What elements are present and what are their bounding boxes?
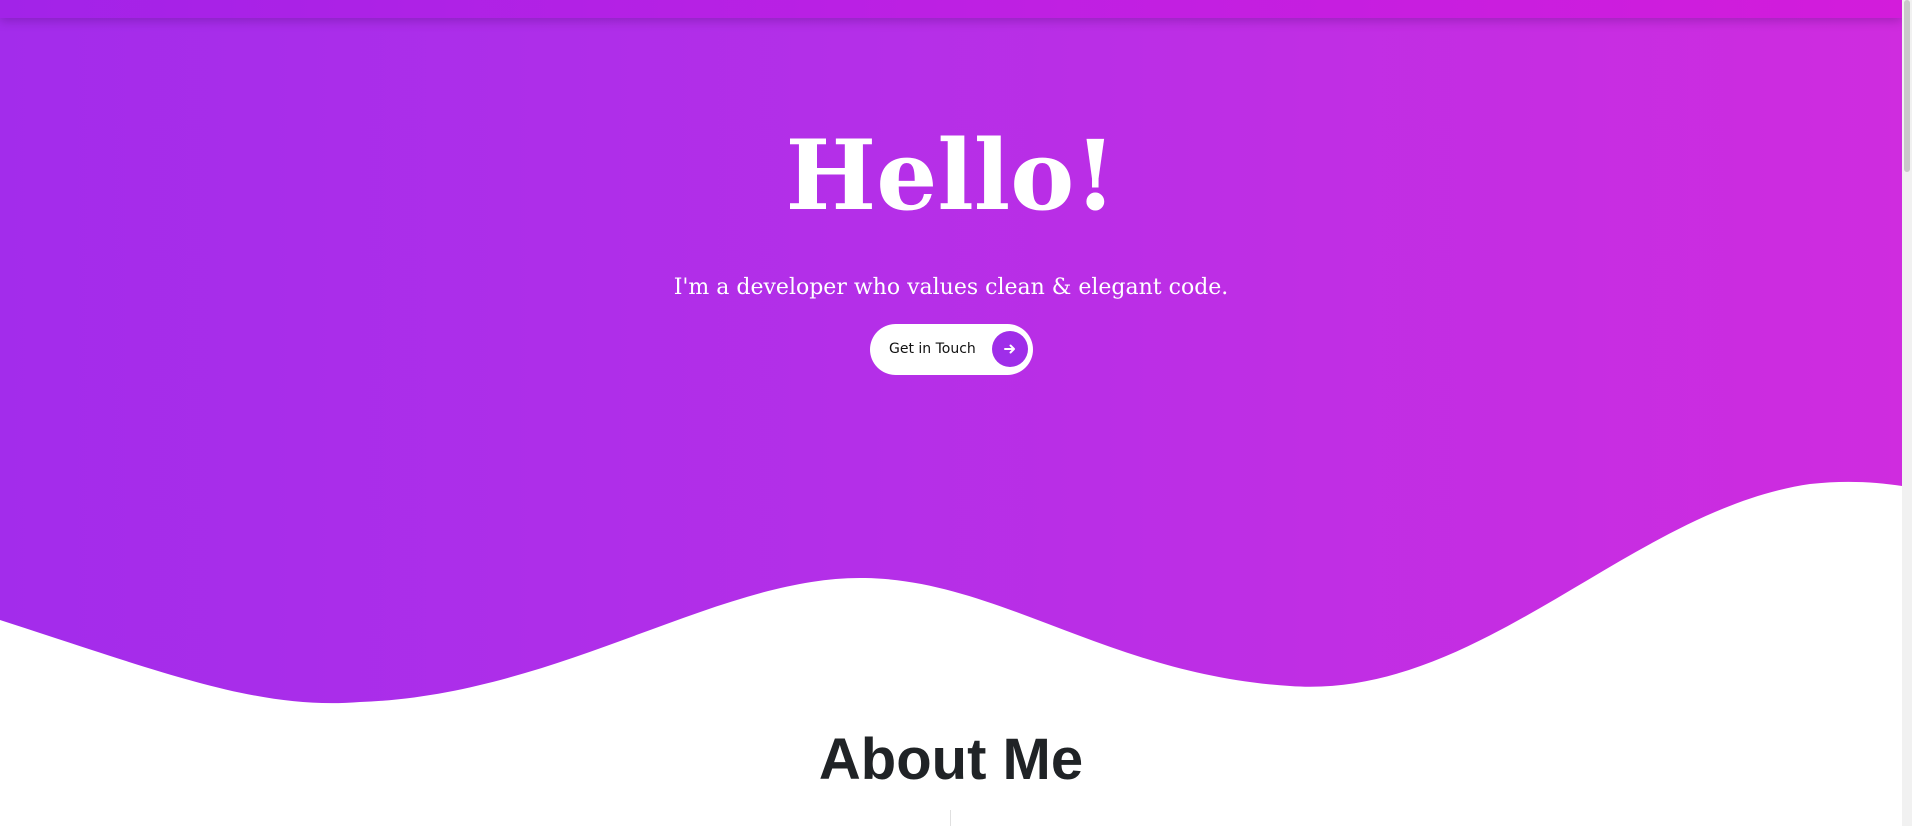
get-in-touch-button[interactable]: Get in Touch (870, 324, 1033, 375)
page-scrollbar[interactable] (1902, 0, 1912, 826)
arrow-right-icon (992, 331, 1028, 367)
hero-subtitle: I'm a developer who values clean & elega… (673, 275, 1229, 300)
get-in-touch-label: Get in Touch (889, 341, 976, 357)
hero-wave-divider (0, 481, 1902, 710)
about-content-divider (950, 810, 951, 826)
hero-title: Hello! (785, 119, 1117, 232)
about-section-title: About Me (818, 727, 1084, 792)
top-navigation-bar (0, 0, 1902, 18)
portfolio-page: Hello! I'm a developer who values clean … (0, 0, 1912, 826)
scrollbar-thumb[interactable] (1904, 0, 1910, 172)
